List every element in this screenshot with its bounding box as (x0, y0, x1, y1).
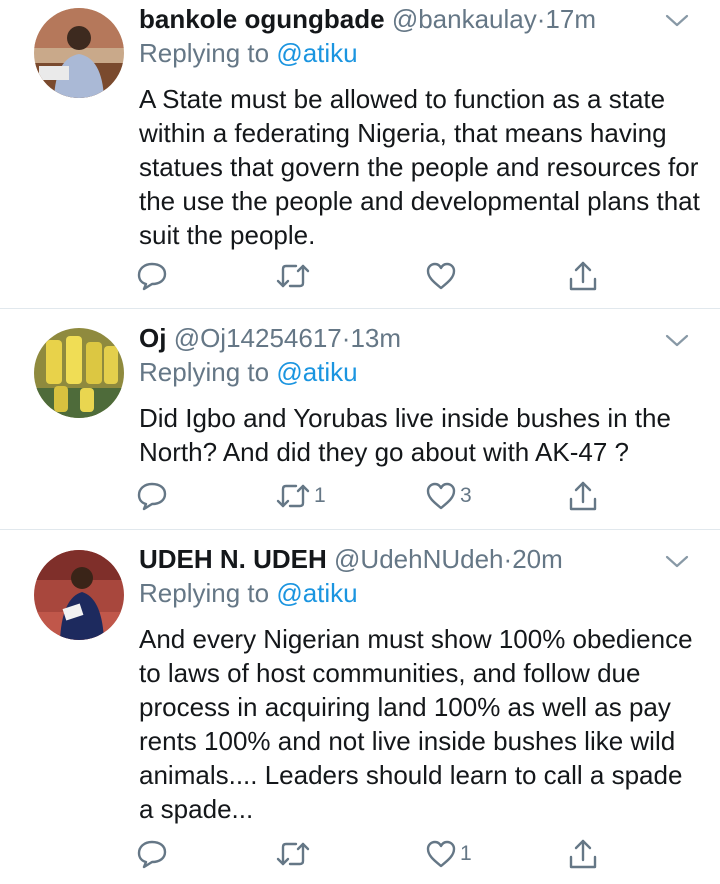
mention-link[interactable]: @atiku (276, 357, 357, 387)
tweet-actions: 1 3 (136, 479, 620, 513)
user-handle[interactable]: @bankaulay (392, 4, 537, 34)
replying-to: Replying to @atiku (139, 576, 700, 610)
tweet[interactable]: bankole ogungbade @bankaulay·17m Replyin… (0, 0, 720, 309)
mention-link[interactable]: @atiku (276, 38, 357, 68)
tweet-header: Oj @Oj14254617·13m (139, 321, 700, 355)
timestamp[interactable]: 17m (545, 4, 596, 34)
reply-button[interactable] (136, 479, 168, 513)
chevron-down-icon[interactable] (664, 553, 690, 571)
tweet-actions (136, 259, 620, 293)
retweet-button[interactable] (276, 837, 314, 871)
separator-dot: · (503, 544, 513, 574)
mention-link[interactable]: @atiku (276, 578, 357, 608)
tweet-content: UDEH N. UDEH @UdehNUdeh·20m Replying to … (139, 542, 700, 826)
like-button[interactable]: 1 (426, 837, 472, 871)
tweet-header: bankole ogungbade @bankaulay·17m (139, 2, 700, 36)
like-icon (426, 482, 456, 510)
display-name[interactable]: Oj (139, 323, 166, 353)
replying-to-label: Replying to (139, 357, 270, 387)
reply-button[interactable] (136, 259, 168, 293)
user-handle[interactable]: @Oj14254617 (174, 323, 342, 353)
tweet-content: bankole ogungbade @bankaulay·17m Replyin… (139, 2, 700, 252)
timestamp[interactable]: 13m (350, 323, 401, 353)
avatar[interactable] (34, 328, 124, 418)
like-count: 3 (460, 484, 472, 507)
share-button[interactable] (568, 259, 598, 293)
share-icon (569, 839, 597, 869)
tweet-text: Did Igbo and Yorubas live inside bushes … (139, 403, 671, 467)
tweet[interactable]: UDEH N. UDEH @UdehNUdeh·20m Replying to … (0, 530, 720, 884)
display-name[interactable]: UDEH N. UDEH (139, 544, 327, 574)
like-count: 1 (460, 842, 472, 865)
tweet-header: UDEH N. UDEH @UdehNUdeh·20m (139, 542, 700, 576)
retweet-button[interactable]: 1 (276, 479, 326, 513)
avatar[interactable] (34, 8, 124, 98)
reply-button[interactable] (136, 837, 168, 871)
replying-to: Replying to @atiku (139, 36, 700, 70)
share-icon (569, 481, 597, 511)
user-handle[interactable]: @UdehNUdeh (334, 544, 503, 574)
retweet-icon (276, 484, 310, 508)
tweet-text: A State must be allowed to function as a… (139, 84, 700, 250)
tweet-content: Oj @Oj14254617·13m Replying to @atiku Di… (139, 321, 700, 469)
reply-icon (137, 840, 167, 869)
reply-icon (137, 482, 167, 511)
chevron-down-icon[interactable] (664, 332, 690, 350)
tweet-actions: 1 (136, 837, 620, 871)
share-icon (569, 261, 597, 291)
tweet-text: And every Nigerian must show 100% obedie… (139, 624, 693, 824)
like-icon (426, 840, 456, 868)
replying-to-label: Replying to (139, 578, 270, 608)
like-button[interactable]: 3 (426, 479, 472, 513)
like-icon (426, 262, 456, 290)
share-button[interactable] (568, 837, 598, 871)
reply-icon (137, 262, 167, 291)
avatar[interactable] (34, 550, 124, 640)
like-button[interactable] (426, 259, 460, 293)
display-name[interactable]: bankole ogungbade (139, 4, 385, 34)
retweet-count: 1 (314, 484, 326, 507)
share-button[interactable] (568, 479, 598, 513)
replying-to: Replying to @atiku (139, 355, 700, 389)
retweet-icon (276, 264, 310, 288)
timestamp[interactable]: 20m (512, 544, 563, 574)
retweet-button[interactable] (276, 259, 314, 293)
replying-to-label: Replying to (139, 38, 270, 68)
tweet[interactable]: Oj @Oj14254617·13m Replying to @atiku Di… (0, 309, 720, 530)
retweet-icon (276, 842, 310, 866)
chevron-down-icon[interactable] (664, 12, 690, 30)
